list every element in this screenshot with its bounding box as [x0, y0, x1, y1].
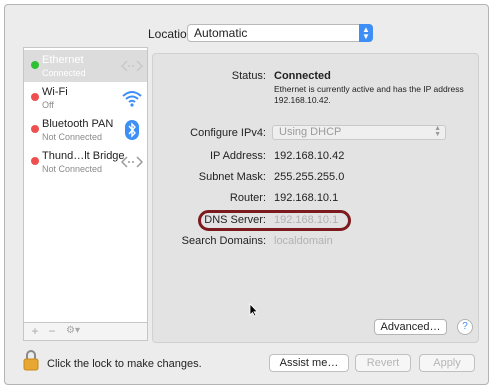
subnet-mask-label: Subnet Mask:	[198, 171, 266, 183]
service-name: Wi-Fi	[42, 86, 68, 98]
status-dot-red	[31, 93, 39, 101]
advanced-button[interactable]: Advanced…	[374, 319, 447, 335]
service-item-ethernet[interactable]: Ethernet Connected	[24, 50, 147, 82]
service-status: Connected	[42, 68, 86, 78]
status-description: Ethernet is currently active and has the…	[274, 84, 464, 105]
lock-hint-text: Click the lock to make changes.	[47, 358, 202, 370]
wifi-icon	[122, 91, 142, 107]
service-status: Not Connected	[42, 132, 103, 142]
status-label: Status:	[231, 70, 266, 82]
mouse-cursor-icon	[249, 303, 259, 317]
help-button[interactable]: ?	[457, 319, 473, 335]
router-value: 192.168.10.1	[274, 192, 339, 204]
action-menu-button[interactable]: ⚙▾	[62, 324, 84, 338]
ip-address-value: 192.168.10.42	[274, 150, 345, 162]
status-dot-green	[31, 61, 39, 69]
service-list: Ethernet Connected Wi-Fi Off Bluetooth P…	[23, 47, 148, 341]
search-domains-value[interactable]: localdomain	[274, 235, 333, 247]
revert-button[interactable]: Revert	[355, 354, 411, 372]
status-dot-red	[31, 125, 39, 133]
ethernet-arrows-icon	[121, 60, 143, 72]
dns-highlight-ring	[198, 210, 351, 231]
status-dot-red	[31, 157, 39, 165]
service-name: Bluetooth PAN	[42, 118, 114, 130]
detail-panel: Status: Connected Ethernet is currently …	[152, 53, 479, 343]
configure-ipv4-value: Using DHCP	[279, 126, 342, 138]
service-status: Not Connected	[42, 164, 103, 174]
service-list-toolbar: + − ⚙▾	[24, 322, 147, 340]
assist-me-button[interactable]: Assist me…	[269, 354, 349, 372]
location-select[interactable]: Automatic ▲ ▼	[187, 24, 373, 42]
ip-address-label: IP Address:	[209, 150, 266, 162]
subnet-mask-value: 255.255.255.0	[274, 171, 345, 183]
thunderbolt-arrows-icon	[121, 156, 143, 168]
network-preferences-window: Location: Automatic ▲ ▼ Ethernet Connecte…	[4, 4, 489, 385]
bluetooth-icon	[125, 120, 139, 140]
apply-button[interactable]: Apply	[419, 354, 475, 372]
status-value: Connected	[274, 70, 331, 82]
service-item-wifi[interactable]: Wi-Fi Off	[24, 82, 147, 114]
configure-ipv4-label: Configure IPv4:	[190, 127, 266, 139]
select-stepper-icon: ▲ ▼	[359, 24, 373, 42]
router-label: Router:	[229, 192, 266, 204]
location-value: Automatic	[194, 26, 248, 40]
remove-service-button[interactable]: −	[45, 324, 59, 338]
configure-ipv4-select[interactable]: Using DHCP ▲ ▼	[272, 125, 446, 140]
lock-icon[interactable]	[23, 349, 39, 371]
select-arrows-icon: ▲ ▼	[434, 125, 441, 138]
service-item-thunderbolt-bridge[interactable]: Thund…lt Bridge Not Connected	[24, 146, 147, 178]
service-status: Off	[42, 100, 54, 110]
service-name: Thund…lt Bridge	[42, 150, 125, 162]
search-domains-label: Search Domains:	[181, 235, 266, 247]
service-name: Ethernet	[42, 54, 84, 66]
service-item-bluetooth-pan[interactable]: Bluetooth PAN Not Connected	[24, 114, 147, 146]
add-service-button[interactable]: +	[28, 324, 42, 338]
